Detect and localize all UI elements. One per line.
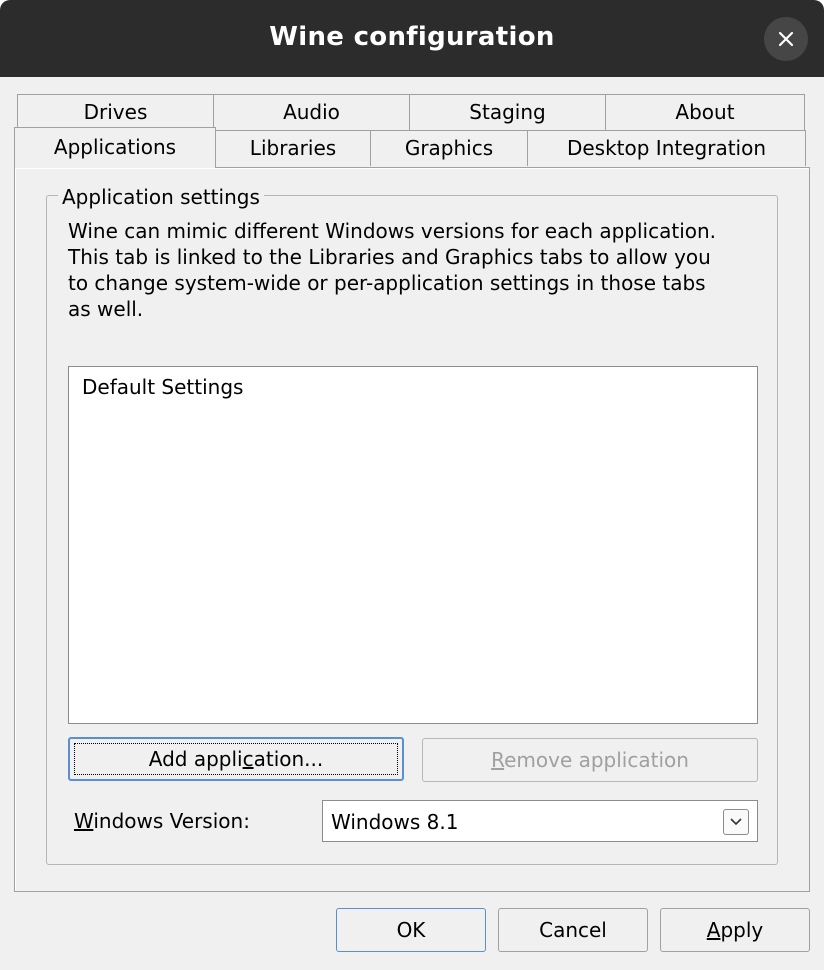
tab-desktop-integration[interactable]: Desktop Integration bbox=[527, 130, 806, 166]
description-line: This tab is linked to the Libraries and … bbox=[68, 245, 711, 269]
windows-version-value: Windows 8.1 bbox=[331, 810, 459, 834]
window-title: Wine configuration bbox=[269, 22, 555, 52]
tab-label: Graphics bbox=[404, 136, 494, 160]
button-label: Remove application bbox=[491, 748, 689, 772]
apply-button[interactable]: Apply bbox=[660, 908, 810, 952]
tab-drives[interactable]: Drives bbox=[17, 94, 214, 130]
tab-label: About bbox=[675, 100, 735, 124]
windows-version-select[interactable]: Windows 8.1 bbox=[322, 800, 758, 842]
close-button[interactable] bbox=[764, 17, 808, 61]
chevron-down-icon bbox=[730, 818, 742, 826]
tab-staging[interactable]: Staging bbox=[409, 94, 606, 130]
application-list[interactable]: Default Settings bbox=[68, 366, 758, 724]
tab-label: Staging bbox=[469, 100, 546, 124]
cancel-button[interactable]: Cancel bbox=[498, 908, 648, 952]
tab-libraries[interactable]: Libraries bbox=[215, 130, 371, 166]
tab-label: Drives bbox=[83, 100, 148, 124]
remove-application-button[interactable]: Remove application bbox=[422, 738, 758, 782]
add-application-button[interactable]: Add application... bbox=[68, 737, 404, 781]
description-line: as well. bbox=[68, 297, 144, 321]
description-text: Wine can mimic different Windows version… bbox=[68, 218, 728, 322]
tab-label: Libraries bbox=[249, 136, 337, 160]
description-line: to change system-wide or per-application… bbox=[68, 271, 706, 295]
windows-version-label: Windows Version: bbox=[74, 809, 250, 833]
button-label: Cancel bbox=[539, 918, 607, 942]
group-title: Application settings bbox=[58, 185, 264, 209]
tab-audio[interactable]: Audio bbox=[213, 94, 410, 130]
list-item-default-settings[interactable]: Default Settings bbox=[82, 375, 243, 399]
button-label: OK bbox=[396, 918, 426, 942]
focus-ring bbox=[74, 743, 398, 775]
dropdown-button[interactable] bbox=[723, 809, 749, 835]
tab-graphics[interactable]: Graphics bbox=[370, 130, 528, 166]
close-icon bbox=[778, 31, 794, 47]
tab-label: Audio bbox=[283, 100, 340, 124]
tab-label: Desktop Integration bbox=[566, 136, 767, 160]
tab-applications[interactable]: Applications bbox=[14, 127, 216, 168]
ok-button[interactable]: OK bbox=[336, 908, 486, 952]
tab-label: Applications bbox=[53, 135, 177, 159]
title-bar: Wine configuration bbox=[0, 0, 824, 77]
description-line: Wine can mimic different Windows version… bbox=[68, 219, 717, 243]
tab-about[interactable]: About bbox=[605, 94, 805, 130]
button-label: Apply bbox=[706, 918, 764, 942]
